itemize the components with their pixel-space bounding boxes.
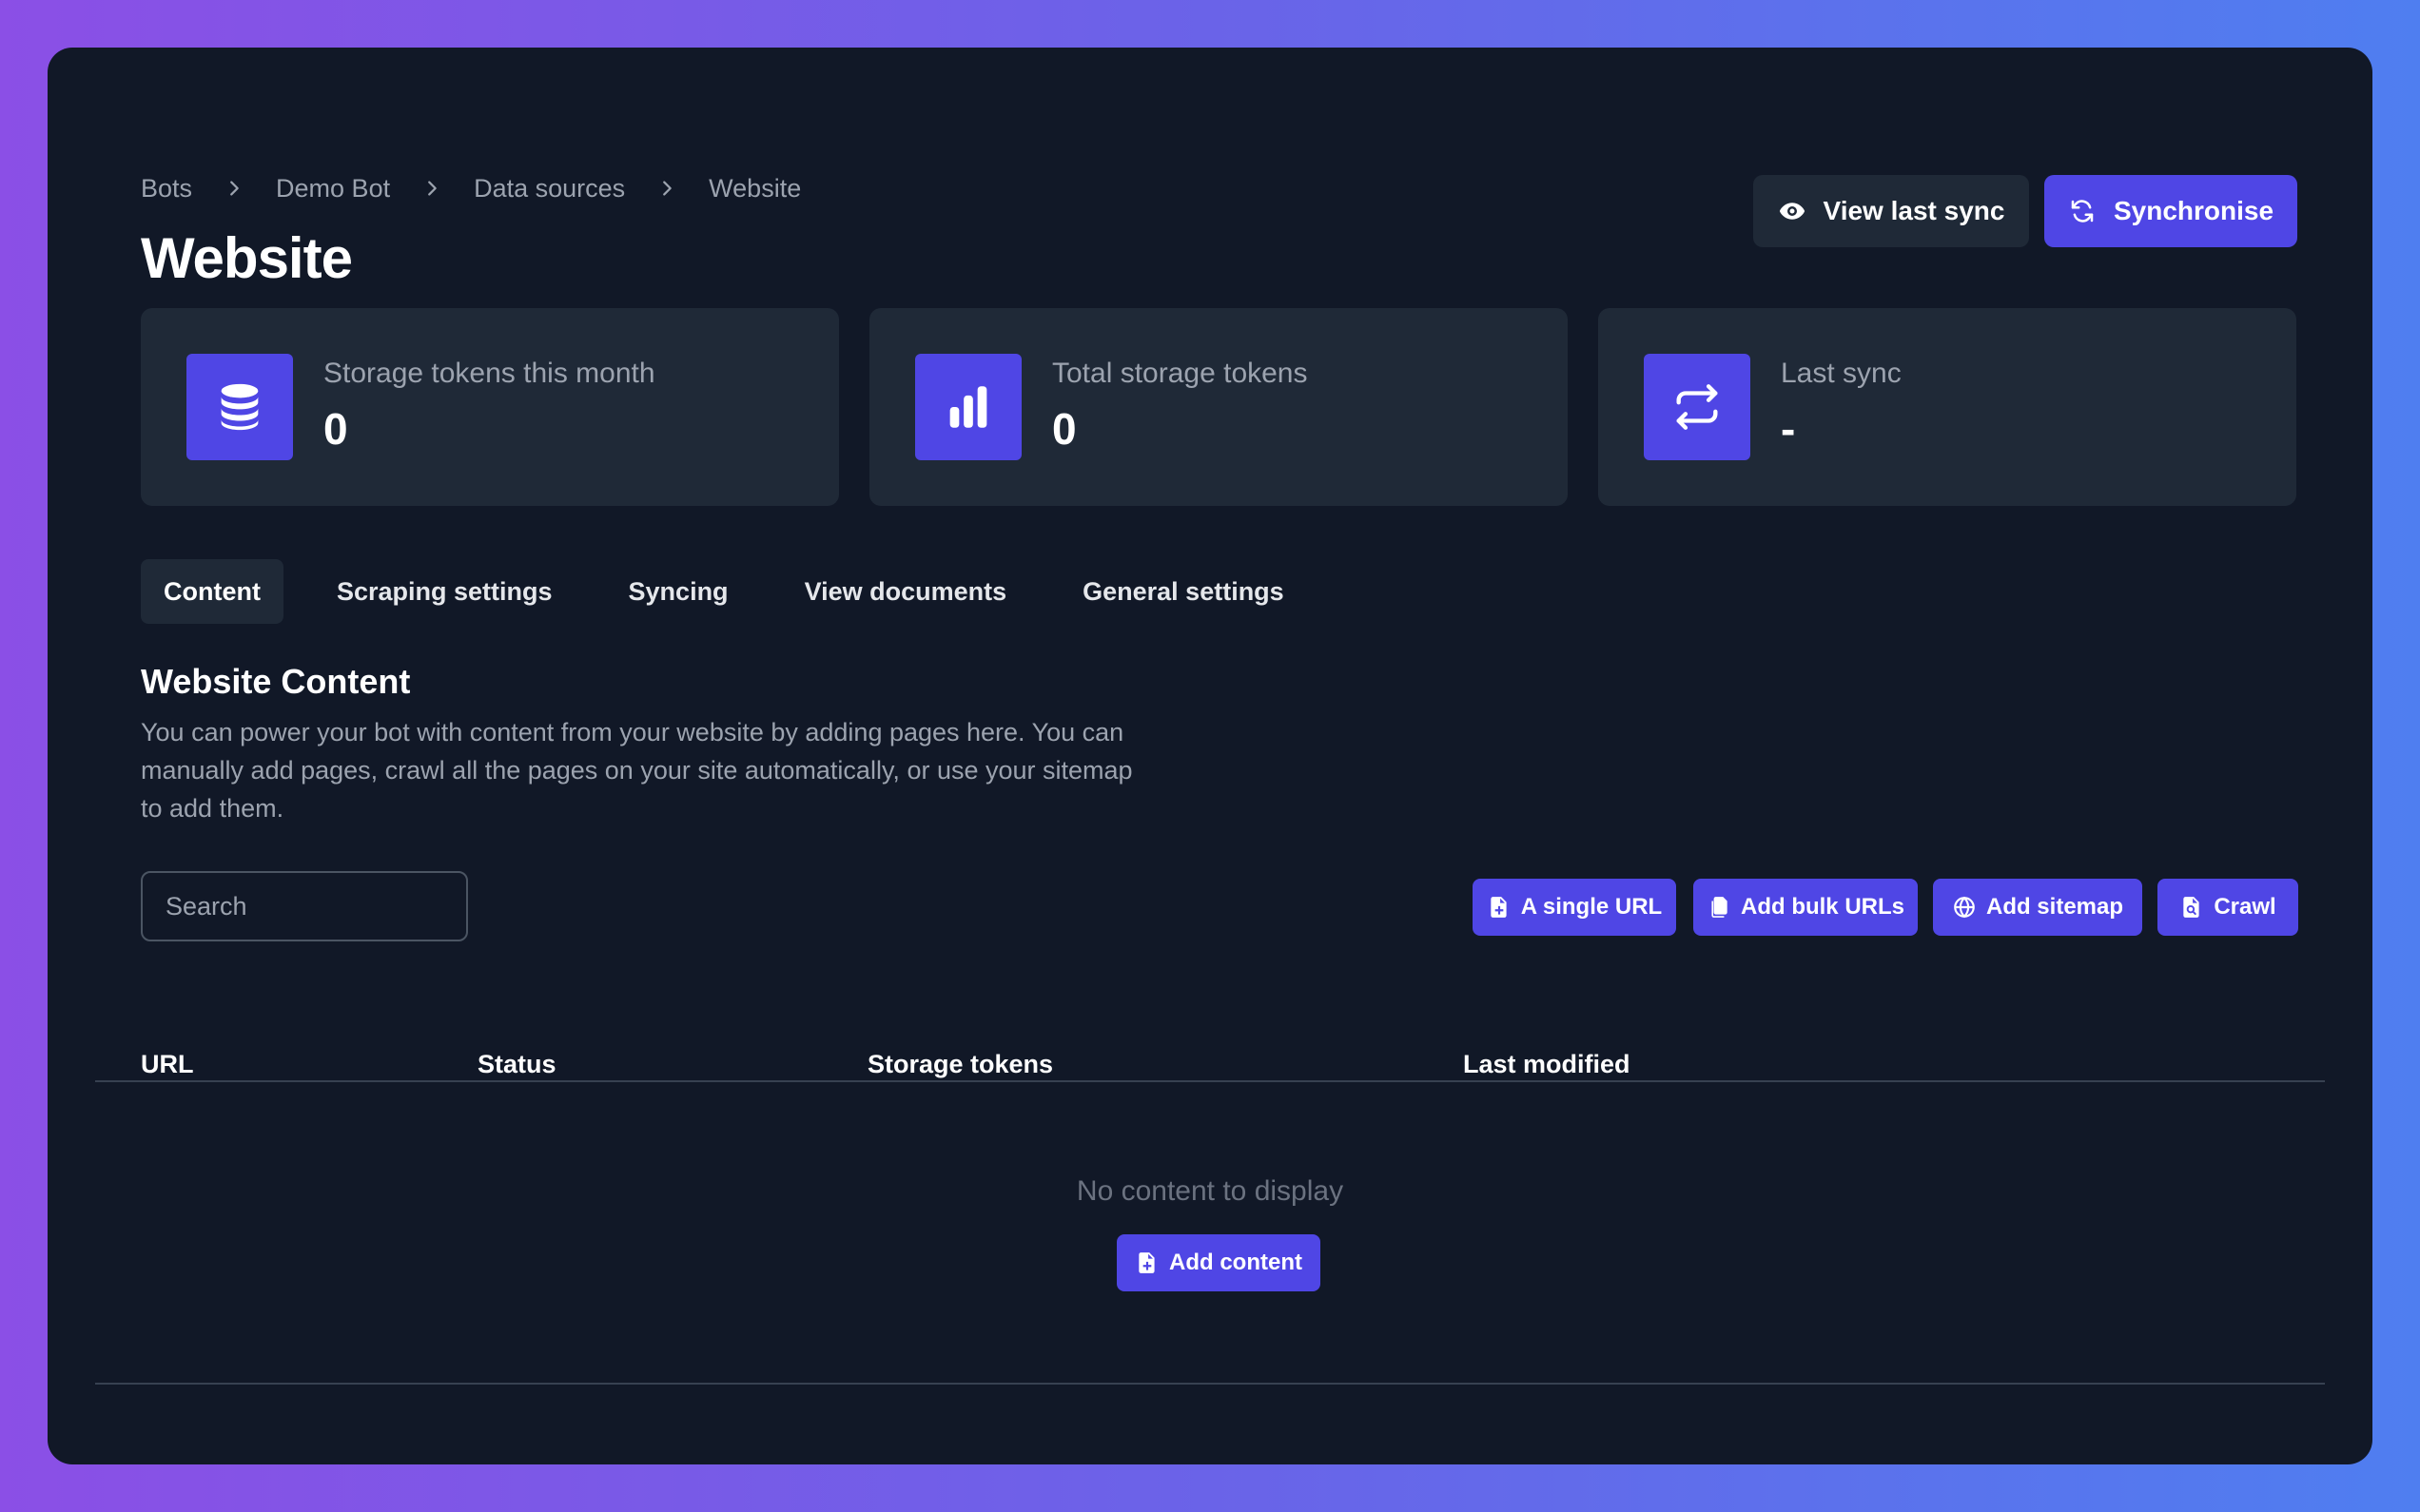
refresh-icon <box>2071 200 2094 223</box>
stat-card-last-sync: Last sync - <box>1598 308 2296 506</box>
bar-chart-icon <box>949 386 987 428</box>
tab-scraping-settings[interactable]: Scraping settings <box>314 559 576 624</box>
breadcrumb: Bots Demo Bot Data sources Website <box>141 169 801 207</box>
file-plus-icon <box>1139 1252 1155 1273</box>
stat-value: 0 <box>1052 404 1077 454</box>
chevron-right-icon <box>625 178 709 199</box>
files-icon <box>1711 897 1727 918</box>
empty-state-text: No content to display <box>1076 1175 1344 1207</box>
add-sitemap-label: Add sitemap <box>1985 894 2124 920</box>
crawl-label: Crawl <box>2214 894 2276 920</box>
crawl-button[interactable]: Crawl <box>2157 879 2298 936</box>
stat-card-total-storage: Total storage tokens 0 <box>869 308 1568 506</box>
add-sitemap-button[interactable]: Add sitemap <box>1933 879 2142 936</box>
synchronise-label: Synchronise <box>2113 196 2274 225</box>
stat-label: Total storage tokens <box>1052 358 1308 389</box>
section-title: Website Content <box>141 662 411 701</box>
tab-general-settings[interactable]: General settings <box>1060 559 1307 624</box>
table-divider <box>95 1080 2325 1082</box>
chevron-right-icon <box>390 178 474 199</box>
add-bulk-urls-button[interactable]: Add bulk URLs <box>1693 879 1918 936</box>
tab-content[interactable]: Content <box>141 559 283 624</box>
globe-icon <box>1954 896 1975 919</box>
add-content-button[interactable]: Add content <box>1117 1234 1320 1291</box>
stat-value: - <box>1781 404 1796 454</box>
stat-card-storage-month: Storage tokens this month 0 <box>141 308 839 506</box>
stat-label: Storage tokens this month <box>323 358 655 389</box>
add-single-url-label: A single URL <box>1520 894 1663 920</box>
sync-icon <box>1676 384 1718 430</box>
breadcrumb-demo-bot[interactable]: Demo Bot <box>276 174 390 204</box>
tab-view-documents[interactable]: View documents <box>782 559 1030 624</box>
column-header-url[interactable]: URL <box>141 1050 194 1079</box>
view-last-sync-button[interactable]: View last sync <box>1753 175 2029 247</box>
column-header-last-modified[interactable]: Last modified <box>1463 1050 1630 1079</box>
column-header-storage-tokens[interactable]: Storage tokens <box>868 1050 1053 1079</box>
add-single-url-button[interactable]: A single URL <box>1473 879 1676 936</box>
add-content-label: Add content <box>1169 1250 1302 1275</box>
database-icon <box>221 383 259 431</box>
section-description: You can power your bot with content from… <box>141 718 1133 823</box>
search-input[interactable] <box>141 871 468 941</box>
tab-bar: Content Scraping settings Syncing View d… <box>141 559 1337 624</box>
breadcrumb-data-sources[interactable]: Data sources <box>474 174 625 204</box>
breadcrumb-bots[interactable]: Bots <box>141 174 192 204</box>
eye-icon <box>1779 203 1805 220</box>
synchronise-button[interactable]: Synchronise <box>2044 175 2297 247</box>
column-header-status[interactable]: Status <box>478 1050 556 1079</box>
add-bulk-urls-label: Add bulk URLs <box>1741 894 1904 920</box>
tab-syncing[interactable]: Syncing <box>606 559 751 624</box>
app-window: Bots Demo Bot Data sources Website Websi… <box>48 48 2372 1464</box>
table-footer-divider <box>95 1383 2325 1385</box>
page-title: Website <box>141 226 353 290</box>
file-plus-icon <box>1491 897 1507 918</box>
chevron-right-icon <box>192 178 276 199</box>
stat-label: Last sync <box>1781 358 1902 389</box>
breadcrumb-website[interactable]: Website <box>709 174 801 204</box>
file-search-icon <box>2183 897 2199 918</box>
view-last-sync-label: View last sync <box>1823 196 2005 225</box>
stat-value: 0 <box>323 404 348 454</box>
